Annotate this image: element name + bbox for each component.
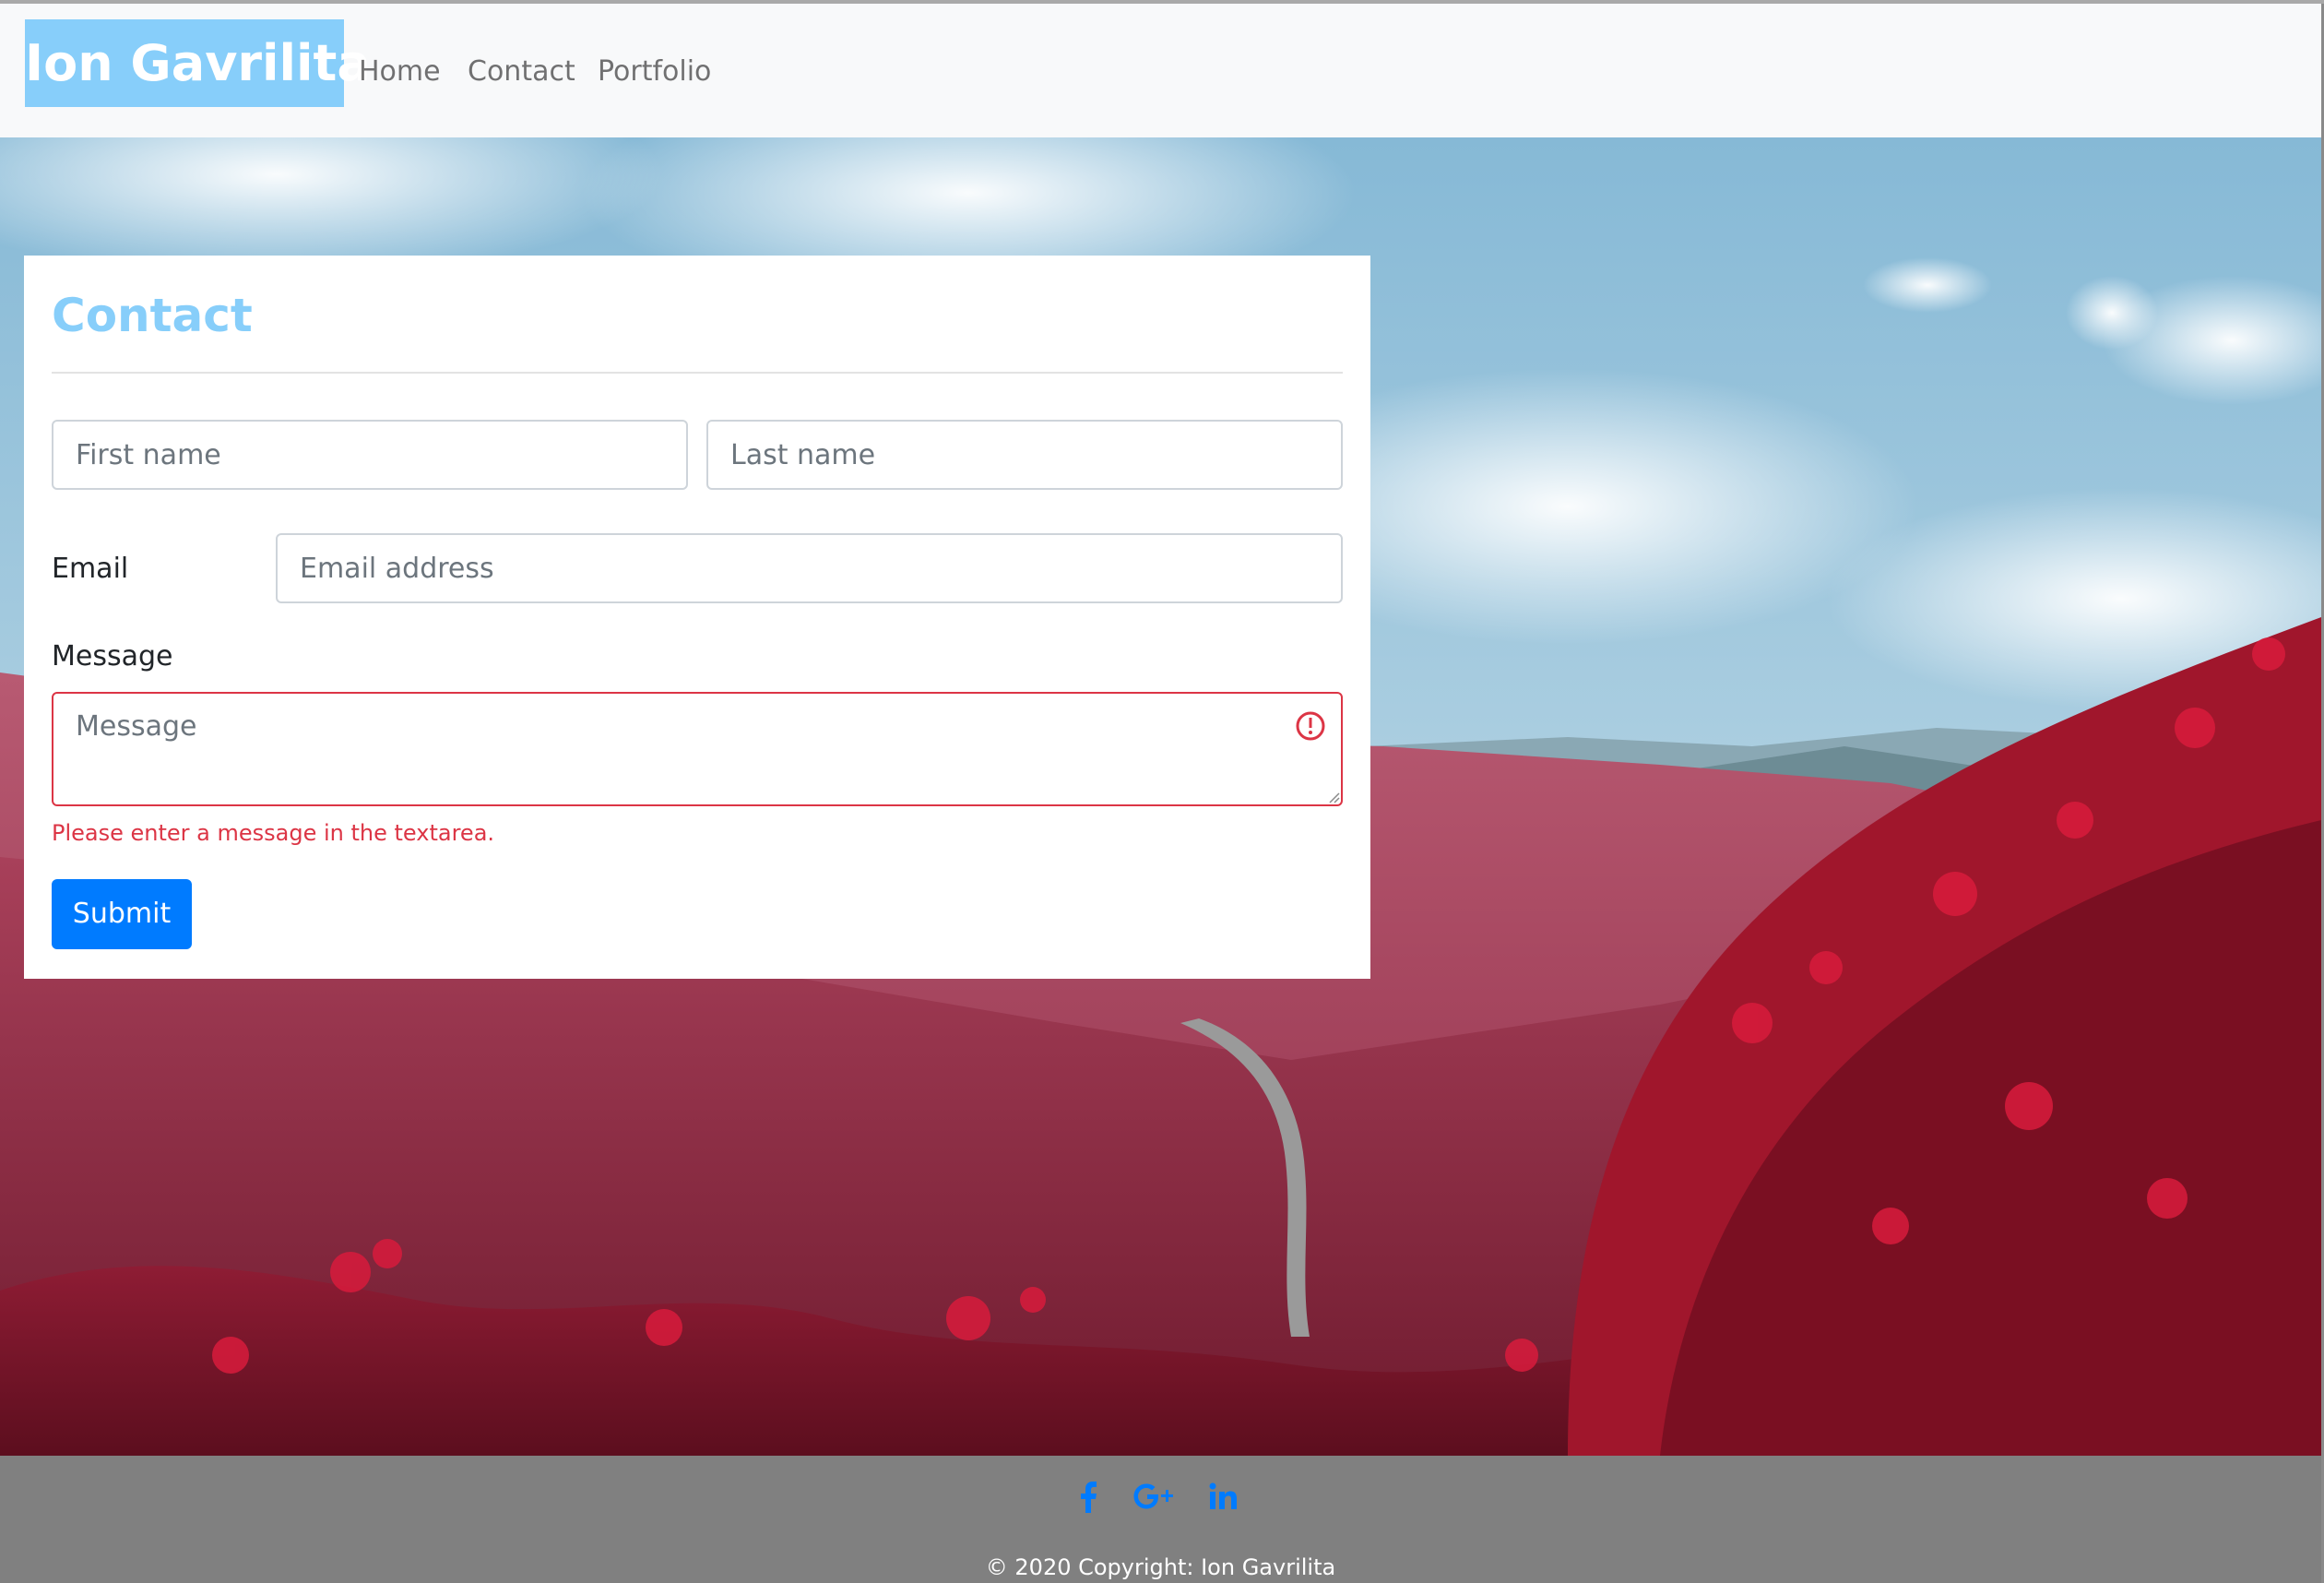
brand-logo[interactable]: Ion Gavrilita [25,19,371,107]
last-name-input[interactable] [706,420,1343,490]
footer: © 2020 Copyright: Ion Gavrilita [0,1456,2321,1583]
title-divider [52,372,1343,374]
nav-link-portfolio[interactable]: Portfolio [598,54,711,90]
resize-grip-icon[interactable] [1327,791,1340,803]
message-error-text: Please enter a message in the textarea. [52,820,495,846]
invalid-alert-icon [1296,711,1325,741]
linkedin-link[interactable] [1208,1478,1238,1517]
email-input[interactable] [276,533,1343,603]
google-plus-link[interactable] [1131,1478,1179,1517]
nav-link-home[interactable]: Home [359,54,441,90]
message-label: Message [52,640,173,672]
nav-link-contact[interactable]: Contact [468,54,575,90]
contact-card: Contact Email Message Please enter a mes… [24,256,1370,979]
copyright-text: © 2020 Copyright: Ion Gavrilita [985,1554,1336,1580]
email-label: Email [52,553,129,585]
contact-title: Contact [52,289,253,342]
google-plus-icon [1133,1483,1173,1509]
facebook-icon [1081,1482,1097,1513]
submit-button[interactable]: Submit [52,879,192,949]
first-name-input[interactable] [52,420,688,490]
linkedin-icon [1209,1482,1237,1509]
message-field-wrapper [52,692,1343,806]
message-textarea[interactable] [52,692,1343,806]
facebook-link[interactable] [1075,1478,1103,1517]
navbar: Ion Gavrilita Home Contact Portfolio [0,4,2321,137]
